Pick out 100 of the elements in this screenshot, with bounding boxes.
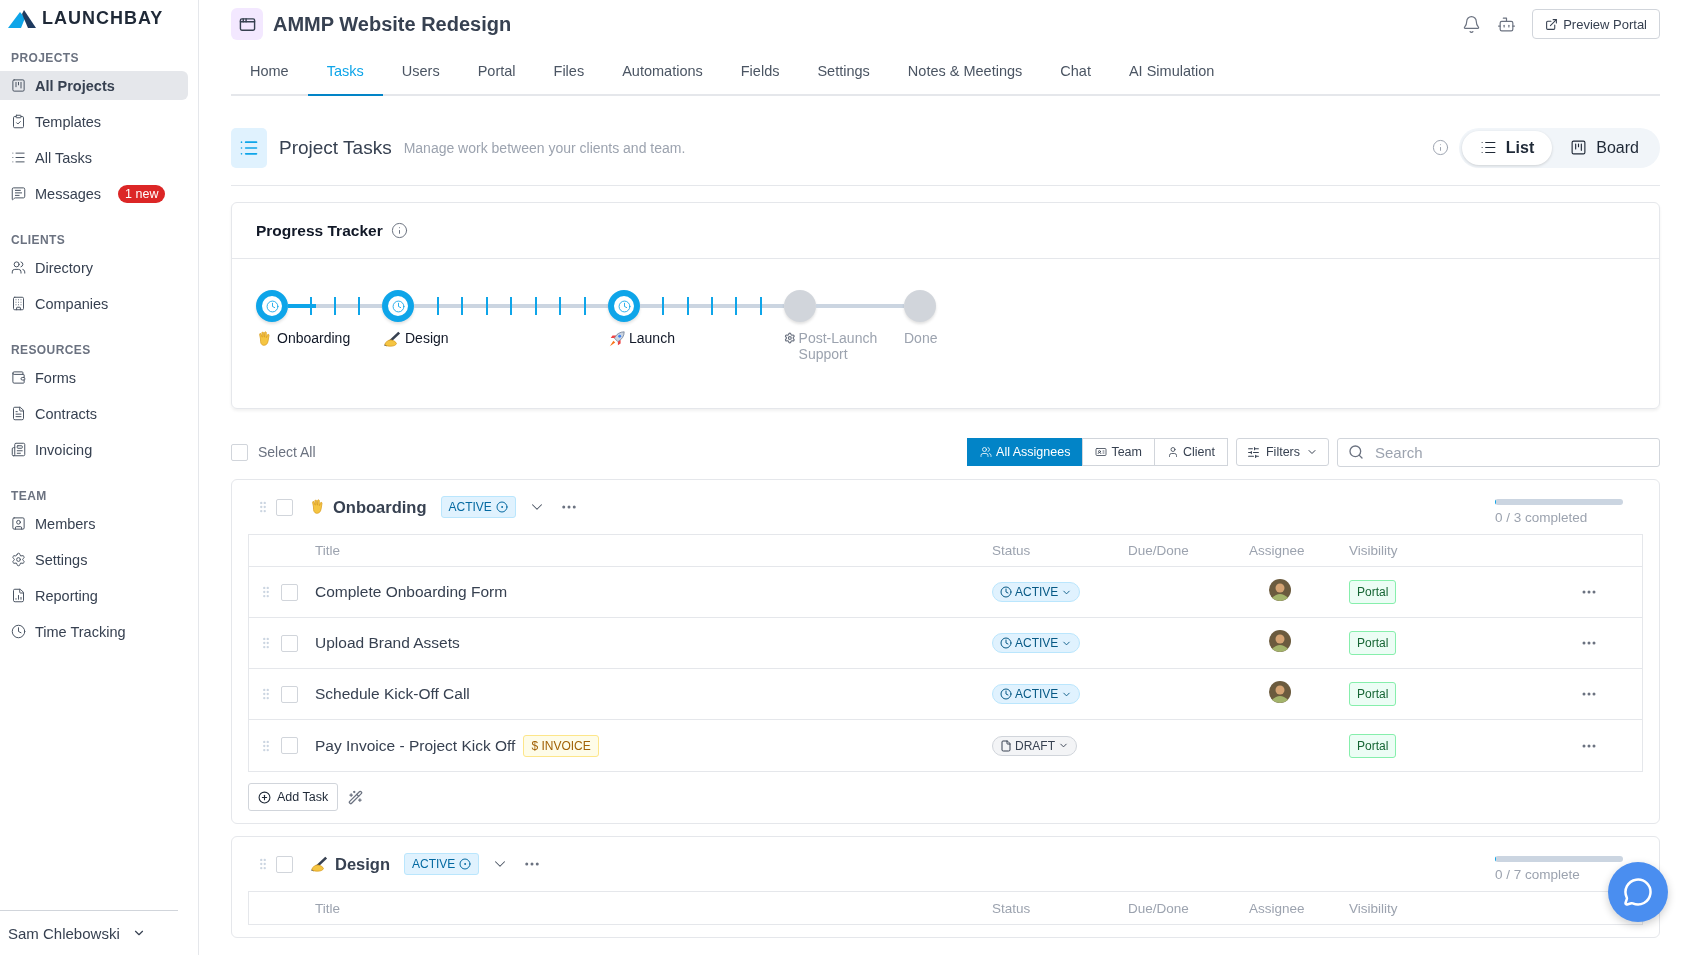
sidebar-item[interactable]: Time Tracking xyxy=(0,617,188,646)
status-dropdown[interactable]: DRAFT xyxy=(992,735,1077,756)
task-title[interactable]: Pay Invoice - Project Kick Off xyxy=(315,736,516,755)
add-task-button[interactable]: Add Task xyxy=(248,783,339,811)
checkbox[interactable] xyxy=(281,583,298,601)
clock-icon xyxy=(11,624,26,639)
sidebar-item[interactable]: Directory xyxy=(0,253,188,282)
clipboard-icon xyxy=(11,114,26,129)
sidebar-item[interactable]: Reporting xyxy=(0,581,188,610)
column-header: Due/Done xyxy=(1128,543,1190,558)
sidebar-item[interactable]: Forms xyxy=(0,363,188,392)
section-heading: CLIENTS xyxy=(10,232,67,249)
step-label: Done xyxy=(904,330,938,346)
writing-hand-icon xyxy=(309,855,329,873)
tab[interactable]: Settings xyxy=(798,48,889,96)
clock-icon xyxy=(617,299,631,313)
checkbox[interactable] xyxy=(281,634,298,652)
tab[interactable]: AI Simulation xyxy=(1109,48,1234,96)
building-icon xyxy=(11,296,26,311)
invoice-tag: $ INVOICE xyxy=(523,734,599,757)
sidebar-item[interactable]: Contracts xyxy=(0,399,188,428)
document-icon xyxy=(1000,739,1012,752)
filters-button[interactable]: Filters xyxy=(1235,438,1329,466)
tab[interactable]: Notes & Meetings xyxy=(888,48,1042,96)
document-icon xyxy=(11,406,26,421)
rocket-icon xyxy=(608,330,626,348)
assignee-filter[interactable]: Team xyxy=(1082,438,1155,466)
more-icon xyxy=(1582,590,1596,594)
sidebar-item[interactable]: All Projects xyxy=(0,71,188,100)
search-field[interactable]: Search xyxy=(1337,437,1660,467)
user-menu[interactable]: Sam Chlebowski xyxy=(0,910,178,955)
status-dropdown[interactable]: ACTIVE xyxy=(992,633,1081,653)
sidebar-item[interactable]: Invoicing xyxy=(0,435,188,464)
notifications-button[interactable] xyxy=(1462,14,1482,34)
status-dropdown[interactable]: ACTIVE xyxy=(992,582,1081,602)
select-all-label[interactable]: Select All xyxy=(258,444,316,460)
visibility-tag: Portal xyxy=(1349,682,1397,706)
sidebar-item[interactable]: All Tasks xyxy=(0,143,188,172)
visibility-tag: Portal xyxy=(1349,733,1397,758)
view-toggle[interactable]: Board xyxy=(1552,130,1657,165)
info-icon[interactable] xyxy=(1431,139,1449,156)
sidebar-item[interactable]: Messages 1 new xyxy=(0,179,188,208)
view-toggle[interactable]: List xyxy=(1461,130,1553,165)
tab[interactable]: Portal xyxy=(458,48,535,96)
tab[interactable]: Automations xyxy=(603,48,722,96)
column-header: Title xyxy=(315,543,341,558)
checkbox[interactable] xyxy=(276,498,293,516)
brand-name: LAUNCHBAY xyxy=(42,8,164,29)
task-title[interactable]: Schedule Kick-Off Call xyxy=(315,685,470,703)
more-button[interactable] xyxy=(1582,590,1596,594)
visibility-tag: Portal xyxy=(1349,580,1397,604)
external-link-icon xyxy=(1545,17,1559,31)
checkbox[interactable] xyxy=(231,443,248,461)
more-button[interactable] xyxy=(1582,743,1596,748)
checkbox[interactable] xyxy=(276,855,293,873)
status-dropdown[interactable]: ACTIVE xyxy=(992,684,1081,704)
tab[interactable]: Files xyxy=(534,48,604,96)
progress-text: 0 / 7 complete xyxy=(1495,867,1581,882)
preview-portal-button[interactable]: Preview Portal xyxy=(1532,9,1660,39)
new-badge: 1 new xyxy=(118,184,166,203)
task-title[interactable]: Upload Brand Assets xyxy=(315,634,460,652)
form-icon xyxy=(11,370,26,385)
task-title[interactable]: Complete Onboarding Form xyxy=(315,583,508,601)
column-header: Status xyxy=(992,900,1032,916)
sidebar-item[interactable]: Members xyxy=(0,509,188,538)
more-button[interactable] xyxy=(1582,641,1596,645)
checkbox[interactable] xyxy=(281,737,298,754)
users-icon xyxy=(980,446,993,458)
list-icon xyxy=(11,150,26,165)
radio-icon xyxy=(495,501,508,513)
section-subtitle: Manage work between your clients and team. xyxy=(403,139,687,156)
step-label: Post-Launch Support xyxy=(798,330,879,362)
sidebar-item[interactable]: Templates xyxy=(0,107,188,136)
section-heading: PROJECTS xyxy=(10,50,80,67)
column-header: Visibility xyxy=(1349,543,1399,558)
more-button[interactable] xyxy=(1582,692,1596,696)
tab[interactable]: Chat xyxy=(1041,48,1110,96)
sidebar-item[interactable]: Companies xyxy=(0,289,188,318)
magic-wand-icon[interactable] xyxy=(348,789,364,805)
section-heading: TEAM xyxy=(10,488,48,505)
tab[interactable]: Fields xyxy=(721,48,799,96)
visibility-tag: Portal xyxy=(1349,631,1397,655)
assignee-filter[interactable]: Client xyxy=(1154,438,1228,466)
info-icon[interactable] xyxy=(390,222,408,239)
list-icon xyxy=(1479,139,1497,156)
group-title: Onboarding xyxy=(333,497,427,517)
tab[interactable]: Home xyxy=(231,48,308,96)
checkbox[interactable] xyxy=(281,685,298,703)
column-header: Title xyxy=(315,900,341,916)
column-header: Due/Done xyxy=(1128,900,1190,916)
step-label: Design xyxy=(405,330,449,346)
more-icon xyxy=(1582,641,1596,645)
sidebar-item[interactable]: Settings xyxy=(0,545,188,574)
tab[interactable]: Users xyxy=(382,48,459,96)
sliders-icon xyxy=(1246,445,1260,459)
progress-text: 0 / 3 completed xyxy=(1495,510,1589,525)
more-icon xyxy=(1582,743,1596,748)
assignee-filter[interactable]: All Assignees xyxy=(967,438,1084,466)
group-title: Design xyxy=(335,854,390,874)
chat-button[interactable] xyxy=(1608,862,1668,922)
